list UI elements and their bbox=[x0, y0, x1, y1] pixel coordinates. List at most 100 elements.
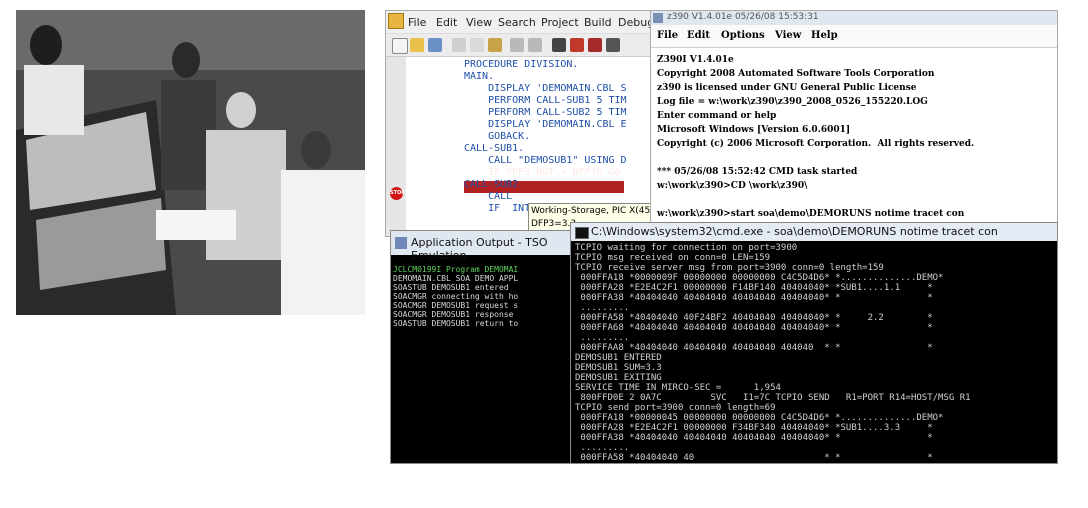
menu-view[interactable]: View bbox=[466, 16, 492, 29]
computer-operators-photo bbox=[16, 10, 365, 315]
application-output-window: Application Output - TSO Emulation JCLCM… bbox=[390, 230, 580, 464]
debug-tool-icon[interactable] bbox=[606, 38, 620, 52]
appout-title: Application Output - TSO Emulation bbox=[411, 236, 548, 262]
code-line: PERFORM CALL-SUB2 5 TIM bbox=[464, 107, 627, 118]
code-line: PROCEDURE DIVISION. bbox=[464, 59, 579, 70]
z390-title: z390 V1.4.01e 05/26/08 15:53:31 bbox=[667, 12, 819, 22]
cmd-line: 000FFA58 *40404040 40F24BF2 40404040 404… bbox=[575, 313, 933, 323]
code-line: DISPLAY 'DEMOMAIN.CBL E bbox=[464, 119, 627, 130]
menu-file[interactable]: File bbox=[408, 16, 426, 29]
cut-icon[interactable] bbox=[452, 38, 466, 52]
cmd-line: 000FFA18 *00000045 00000000 00000000 C4C… bbox=[575, 413, 944, 423]
cmd-line: TCPIO send port=3900 conn=0 length=69 bbox=[575, 403, 776, 413]
open-folder-icon[interactable] bbox=[410, 38, 424, 52]
save-icon[interactable] bbox=[428, 38, 442, 52]
output-line: SOACMGR connecting with ho bbox=[393, 292, 519, 301]
code-line: GOBACK. bbox=[464, 131, 531, 142]
run-icon[interactable] bbox=[570, 38, 584, 52]
cmd-line: DEMOSUB1 ENTERED bbox=[575, 353, 662, 363]
z390-menu-help[interactable]: Help bbox=[811, 30, 838, 41]
appout-icon bbox=[395, 237, 407, 249]
paste-icon[interactable] bbox=[488, 38, 502, 52]
code-line: MAIN. bbox=[464, 71, 495, 82]
cmd-line: DEMOSUB1 EXITING bbox=[575, 373, 662, 383]
cmd-line: TCPIO msg received on conn=0 LEN=159 bbox=[575, 253, 771, 263]
cmd-line: ......... bbox=[575, 443, 630, 453]
code-line-highlighted: IF DFP3 NOT = DFP3V GO bbox=[464, 167, 621, 178]
menu-debug[interactable]: Debug bbox=[618, 16, 654, 29]
cmd-line: 000FFA38 *40404040 40404040 40404040 404… bbox=[575, 293, 933, 303]
code-line: CALL bbox=[464, 191, 513, 202]
cmd-icon bbox=[575, 227, 589, 239]
output-line: JCLCM0199I Program DEMOMAI bbox=[393, 265, 519, 274]
cmd-line: 000FFA18 *0000009F 00000000 00000000 C4C… bbox=[575, 273, 944, 283]
console-line: z390 is licensed under GNU General Publi… bbox=[657, 83, 917, 93]
cmd-line: TCPIO receive server msg from port=3900 … bbox=[575, 263, 884, 273]
ide-window: File Edit View Search Project Build Debu… bbox=[385, 10, 657, 237]
ide-gutter bbox=[386, 57, 406, 236]
marker-icon[interactable] bbox=[552, 38, 566, 52]
console-line: Copyright (c) 2006 Microsoft Corporation… bbox=[657, 139, 975, 149]
z390-menu-options[interactable]: Options bbox=[721, 30, 765, 41]
cmd-line: ......... bbox=[575, 303, 630, 313]
tooltip-line: Working-Storage, PIC X(45) bbox=[531, 206, 654, 216]
output-line: SOACMGR DEMOSUB1 response bbox=[393, 310, 514, 319]
appout-title-bar: Application Output - TSO Emulation bbox=[391, 231, 579, 262]
historical-photo bbox=[16, 10, 365, 315]
code-line: CALL-SUB2 bbox=[464, 179, 519, 190]
z390-console[interactable]: Z390I V1.4.01e Copyright 2008 Automated … bbox=[657, 53, 1057, 231]
output-line: SOASTUB DEMOSUB1 return to bbox=[393, 319, 519, 328]
z390-menu-file[interactable]: File bbox=[657, 30, 678, 41]
cmd-title: C:\Windows\system32\cmd.exe - soa\demo\D… bbox=[591, 225, 998, 238]
menu-project[interactable]: Project bbox=[541, 16, 579, 29]
ide-menubar: File Edit View Search Project Build Debu… bbox=[386, 11, 656, 34]
cmd-line: ......... bbox=[575, 333, 630, 343]
z390-menubar: File Edit Options View Help bbox=[651, 25, 1057, 48]
menu-build[interactable]: Build bbox=[584, 16, 612, 29]
cmd-title-bar: C:\Windows\system32\cmd.exe - soa\demo\D… bbox=[571, 223, 1057, 241]
console-line: Log file = w:\work\z390\z390_2008_0526_1… bbox=[657, 97, 928, 107]
cmd-line: 000FFA28 *E2E4C2F1 00000000 F34BF340 404… bbox=[575, 423, 933, 433]
console-line: Copyright 2008 Automated Software Tools … bbox=[657, 69, 935, 79]
output-line: SOACMGR DEMOSUB1 request s bbox=[393, 301, 519, 310]
code-line: CALL-SUB1. bbox=[464, 143, 525, 154]
z390-window: z390 V1.4.01e 05/26/08 15:53:31 File Edi… bbox=[650, 10, 1058, 232]
copy-icon[interactable] bbox=[470, 38, 484, 52]
menu-search[interactable]: Search bbox=[498, 16, 536, 29]
console-line: Z390I V1.4.01e bbox=[657, 55, 734, 65]
z390-title-bar: z390 V1.4.01e 05/26/08 15:53:31 bbox=[651, 11, 1057, 25]
code-line: DISPLAY 'DEMOMAIN.CBL S bbox=[464, 83, 627, 94]
step-icon[interactable] bbox=[588, 38, 602, 52]
cmd-line: 000FFA58 *40404040 40 * * * bbox=[575, 453, 933, 463]
cmd-line: 000FFAA8 *40404040 40404040 40404040 404… bbox=[575, 343, 933, 353]
code-line: PERFORM CALL-SUB1 5 TIM bbox=[464, 95, 627, 106]
appout-console[interactable]: JCLCM0199I Program DEMOMAI DEMOMAIN.CBL … bbox=[393, 265, 579, 460]
undo-icon[interactable] bbox=[510, 38, 524, 52]
cmd-window: C:\Windows\system32\cmd.exe - soa\demo\D… bbox=[570, 222, 1058, 464]
cmd-line: DEMOSUB1 SUM=3.3 bbox=[575, 363, 662, 373]
new-file-icon[interactable] bbox=[392, 38, 408, 54]
cmd-line: TCPIO waiting for connection on port=390… bbox=[575, 243, 798, 253]
console-line: Microsoft Windows [Version 6.0.6001] bbox=[657, 125, 851, 135]
menu-edit[interactable]: Edit bbox=[436, 16, 457, 29]
cmd-line: 000FFA28 *E2E4C2F1 00000000 F14BF140 404… bbox=[575, 283, 933, 293]
console-line: *** 05/26/08 15:52:42 CMD task started bbox=[657, 167, 858, 177]
cmd-line: 000FFA68 *40404040 40404040 40404040 404… bbox=[575, 323, 933, 333]
code-line: CALL "DEMOSUB1" USING D bbox=[464, 155, 627, 166]
output-line: SOASTUB DEMOSUB1 entered bbox=[393, 283, 509, 292]
output-line: DEMOMAIN.CBL SOA DEMO APPL bbox=[393, 274, 519, 283]
breakpoint-stop-icon[interactable]: STOP bbox=[390, 187, 405, 200]
z390-app-icon bbox=[653, 13, 663, 23]
cmd-line: SERVICE TIME IN MIRCO-SEC = 1,954 bbox=[575, 383, 781, 393]
z390-menu-view[interactable]: View bbox=[775, 30, 801, 41]
redo-icon[interactable] bbox=[528, 38, 542, 52]
ide-toolbar bbox=[386, 34, 656, 57]
app-icon bbox=[388, 13, 404, 29]
console-line: w:\work\z390>CD \work\z390\ bbox=[657, 181, 808, 191]
cmd-line: 800FFD0E 2 0A7C SVC I1=7C TCPIO SEND R1=… bbox=[575, 393, 971, 403]
console-line: w:\work\z390>start soa\demo\DEMORUNS not… bbox=[657, 209, 965, 219]
z390-menu-edit[interactable]: Edit bbox=[687, 30, 710, 41]
console-line: Enter command or help bbox=[657, 111, 777, 121]
cmd-console[interactable]: TCPIO waiting for connection on port=390… bbox=[575, 243, 1057, 463]
cmd-line: 000FFA38 *40404040 40404040 40404040 404… bbox=[575, 433, 933, 443]
